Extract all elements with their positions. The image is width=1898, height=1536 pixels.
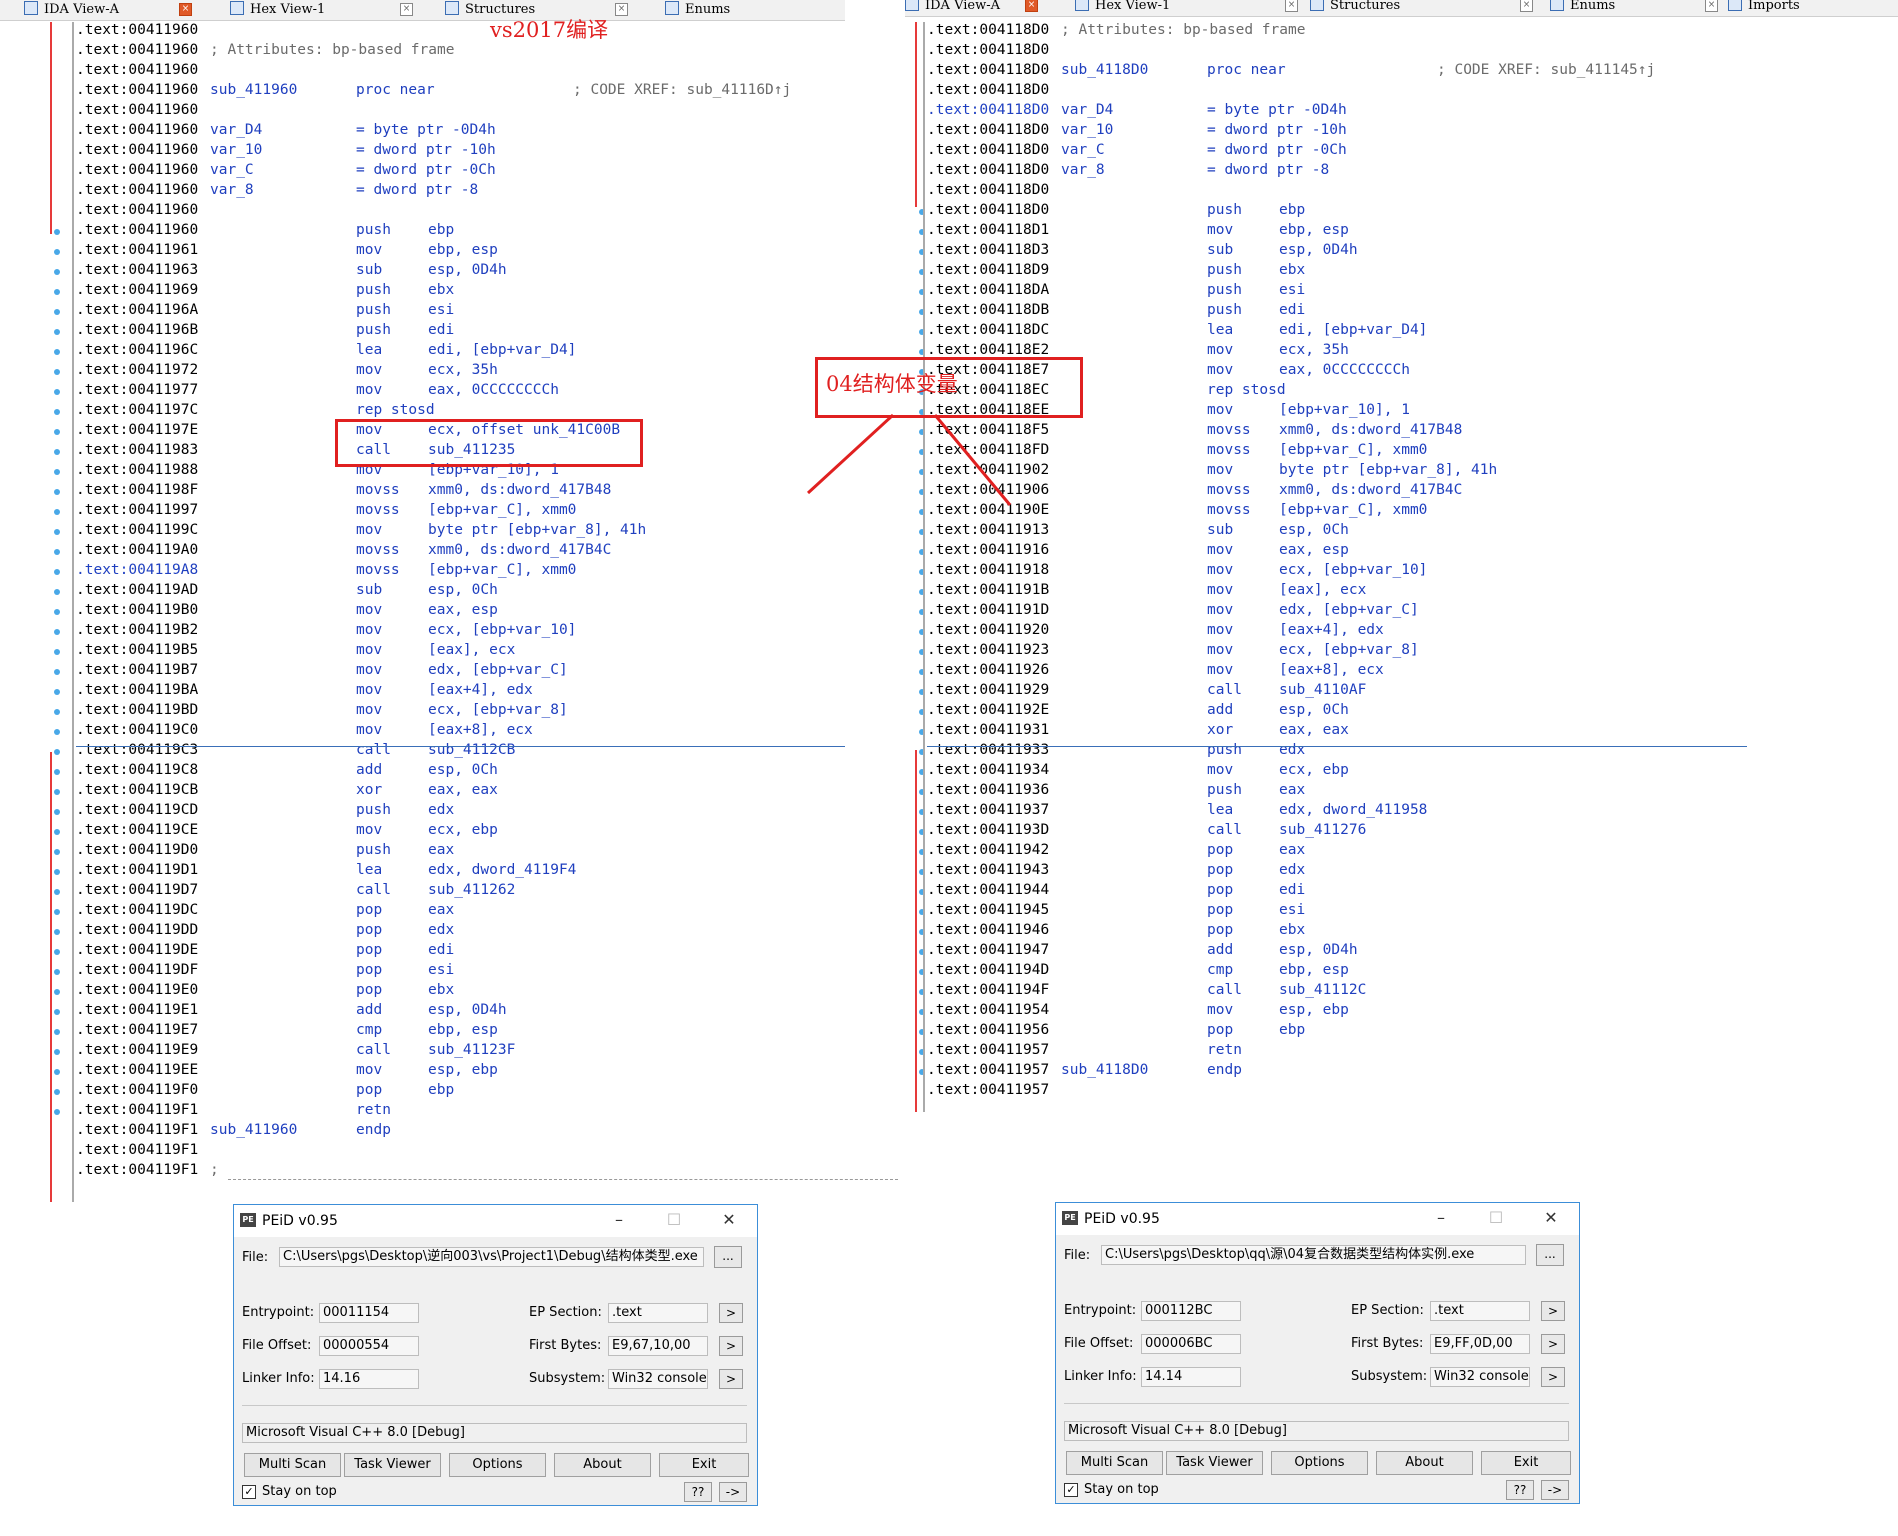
window-title: PEiD v0.95 — [1084, 1211, 1160, 1227]
file-label: File: — [242, 1250, 269, 1265]
stay-on-top-label: Stay on top — [262, 1484, 337, 1499]
browse-button[interactable]: ... — [714, 1246, 742, 1268]
peid-app-icon: PE — [240, 1213, 256, 1227]
options-button[interactable]: Options — [449, 1453, 546, 1477]
first-bytes-field[interactable]: E9,67,10,00 — [608, 1336, 708, 1356]
first-bytes-label: First Bytes: — [1351, 1336, 1424, 1351]
file-path-field[interactable]: C:\Users\pgs\Desktop\逆向003\vs\Project1\D… — [279, 1247, 704, 1267]
browse-button[interactable]: ... — [1536, 1244, 1564, 1266]
stay-on-top-checkbox[interactable]: ✓ — [1064, 1483, 1078, 1497]
subsystem-label: Subsystem: — [529, 1371, 606, 1386]
file-label: File: — [1064, 1248, 1091, 1263]
entrypoint-label: Entrypoint: — [1064, 1303, 1137, 1318]
detection-result: Microsoft Visual C++ 8.0 [Debug] — [242, 1423, 747, 1443]
subsystem-label: Subsystem: — [1351, 1369, 1428, 1384]
minimize-icon[interactable]: – — [604, 1209, 634, 1231]
minimize-icon[interactable]: – — [1426, 1207, 1456, 1229]
file-offset-field[interactable]: 00000554 — [319, 1336, 419, 1356]
file-path-field[interactable]: C:\Users\pgs\Desktop\qq\源\04复合数据类型结构体实例.… — [1101, 1245, 1526, 1265]
linker-info-field[interactable]: 14.16 — [319, 1369, 419, 1389]
ep-section-label: EP Section: — [1351, 1303, 1424, 1318]
entrypoint-field[interactable]: 000112BC — [1141, 1301, 1241, 1321]
ep-section-field[interactable]: .text — [608, 1303, 708, 1323]
arrow-right — [933, 414, 1012, 506]
help-button[interactable]: ?? — [684, 1482, 712, 1502]
more-button[interactable]: -> — [719, 1482, 747, 1502]
task-viewer-button[interactable]: Task Viewer — [344, 1453, 441, 1477]
arrow-left — [806, 413, 895, 495]
subsystem-button[interactable]: > — [719, 1369, 743, 1389]
about-button[interactable]: About — [554, 1453, 651, 1477]
multi-scan-button[interactable]: Multi Scan — [1066, 1451, 1163, 1475]
exit-button[interactable]: Exit — [1481, 1451, 1571, 1475]
close-icon[interactable]: ✕ — [714, 1209, 744, 1231]
ep-section-button[interactable]: > — [1541, 1301, 1565, 1321]
more-button[interactable]: -> — [1541, 1480, 1569, 1500]
peid-window-right: PE PEiD v0.95 – ☐ ✕ File: C:\Users\pgs\D… — [1055, 1202, 1580, 1504]
entrypoint-field[interactable]: 00011154 — [319, 1303, 419, 1323]
linker-info-label: Linker Info: — [1064, 1369, 1137, 1384]
divider — [242, 1405, 747, 1406]
first-bytes-button[interactable]: > — [719, 1336, 743, 1356]
first-bytes-button[interactable]: > — [1541, 1334, 1565, 1354]
peid-window-left: PE PEiD v0.95 – ☐ ✕ File: C:\Users\pgs\D… — [233, 1204, 758, 1506]
maximize-icon: ☐ — [666, 1210, 682, 1229]
file-offset-label: File Offset: — [242, 1338, 312, 1353]
peid-app-icon: PE — [1062, 1211, 1078, 1225]
maximize-icon: ☐ — [1488, 1208, 1504, 1227]
options-button[interactable]: Options — [1271, 1451, 1368, 1475]
about-button[interactable]: About — [1376, 1451, 1473, 1475]
file-offset-label: File Offset: — [1064, 1336, 1134, 1351]
ep-section-button[interactable]: > — [719, 1303, 743, 1323]
entrypoint-label: Entrypoint: — [242, 1305, 315, 1320]
help-button[interactable]: ?? — [1506, 1480, 1534, 1500]
title-bar: PE PEiD v0.95 – ☐ ✕ — [1056, 1203, 1579, 1235]
subsystem-field[interactable]: Win32 console — [1430, 1367, 1530, 1387]
linker-info-label: Linker Info: — [242, 1371, 315, 1386]
exit-button[interactable]: Exit — [659, 1453, 749, 1477]
stay-on-top-checkbox[interactable]: ✓ — [242, 1485, 256, 1499]
first-bytes-field[interactable]: E9,FF,0D,00 — [1430, 1334, 1530, 1354]
ep-section-label: EP Section: — [529, 1305, 602, 1320]
subsystem-field[interactable]: Win32 console — [608, 1369, 708, 1389]
ep-section-field[interactable]: .text — [1430, 1301, 1530, 1321]
task-viewer-button[interactable]: Task Viewer — [1166, 1451, 1263, 1475]
window-title: PEiD v0.95 — [262, 1213, 338, 1229]
subsystem-button[interactable]: > — [1541, 1367, 1565, 1387]
stay-on-top-label: Stay on top — [1084, 1482, 1159, 1497]
linker-info-field[interactable]: 14.14 — [1141, 1367, 1241, 1387]
detection-result: Microsoft Visual C++ 8.0 [Debug] — [1064, 1421, 1569, 1441]
divider — [1064, 1403, 1569, 1404]
title-bar: PE PEiD v0.95 – ☐ ✕ — [234, 1205, 757, 1237]
file-offset-field[interactable]: 000006BC — [1141, 1334, 1241, 1354]
close-icon[interactable]: ✕ — [1536, 1207, 1566, 1229]
first-bytes-label: First Bytes: — [529, 1338, 602, 1353]
multi-scan-button[interactable]: Multi Scan — [244, 1453, 341, 1477]
